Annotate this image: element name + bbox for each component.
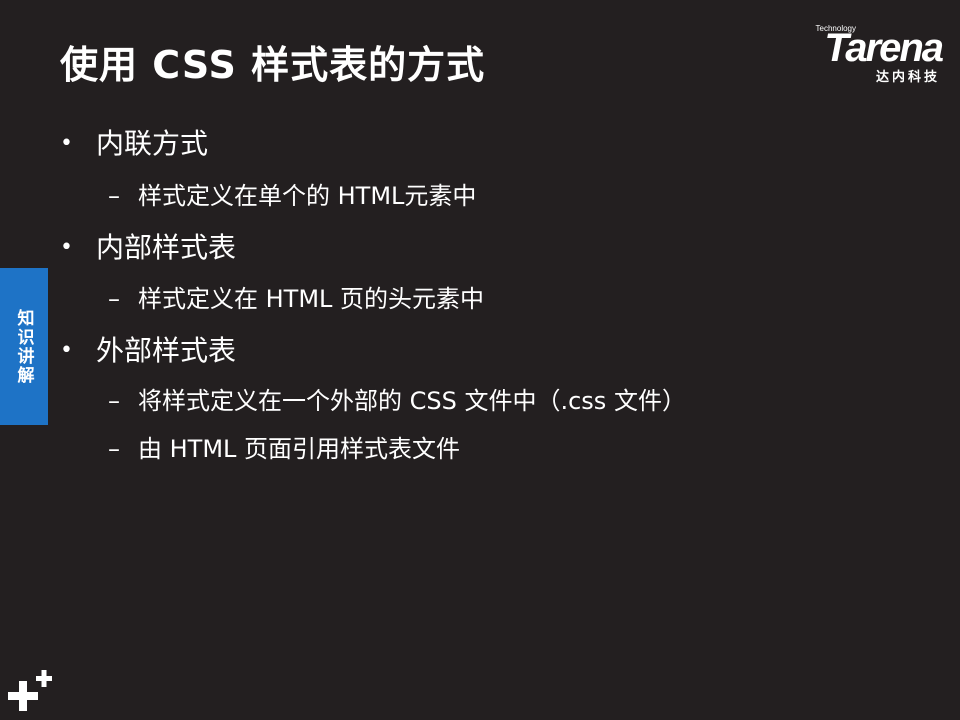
bullet-item: • 内联方式 <box>60 122 208 162</box>
side-tab: 知识讲解 <box>0 268 48 425</box>
slide: 使用 CSS 样式表的方式 Technology Tarena 达内科技 知识讲… <box>0 0 960 720</box>
logo-chinese-text: 达内科技 <box>875 70 940 85</box>
bullet-item: • 内部样式表 <box>60 226 236 266</box>
bullet-icon: • <box>60 131 73 156</box>
dash-icon: – <box>108 182 120 210</box>
tarena-logo: Technology Tarena 达内科技 <box>777 22 944 85</box>
sub-item-text: 由 HTML 页面引用样式表文件 <box>138 435 461 463</box>
sub-item: – 样式定义在 HTML 页的头元素中 <box>108 279 484 314</box>
bullet-text: 内部样式表 <box>96 231 237 264</box>
sub-item-text: 样式定义在 HTML 页的头元素中 <box>138 285 485 313</box>
sub-item: – 将样式定义在一个外部的 CSS 文件中（.css 文件） <box>108 381 686 416</box>
plus-icon <box>8 670 52 711</box>
sub-item: – 样式定义在单个的 HTML元素中 <box>108 176 476 211</box>
logo-brand-text: Tarena <box>824 26 944 70</box>
bullet-icon: • <box>60 235 73 260</box>
dash-icon: – <box>108 435 120 463</box>
bullet-text: 外部样式表 <box>96 334 237 367</box>
dash-icon: – <box>108 285 120 313</box>
sub-item-text: 将样式定义在一个外部的 CSS 文件中（.css 文件） <box>138 387 686 415</box>
bullet-icon: • <box>60 338 73 363</box>
sub-item: – 由 HTML 页面引用样式表文件 <box>108 429 460 464</box>
bullet-text: 内联方式 <box>96 127 209 160</box>
side-tab-label: 知识讲解 <box>13 308 34 385</box>
dash-icon: – <box>108 387 120 415</box>
slide-title: 使用 CSS 样式表的方式 <box>60 43 486 87</box>
bullet-item: • 外部样式表 <box>60 329 236 369</box>
sub-item-text: 样式定义在单个的 HTML元素中 <box>138 182 477 210</box>
